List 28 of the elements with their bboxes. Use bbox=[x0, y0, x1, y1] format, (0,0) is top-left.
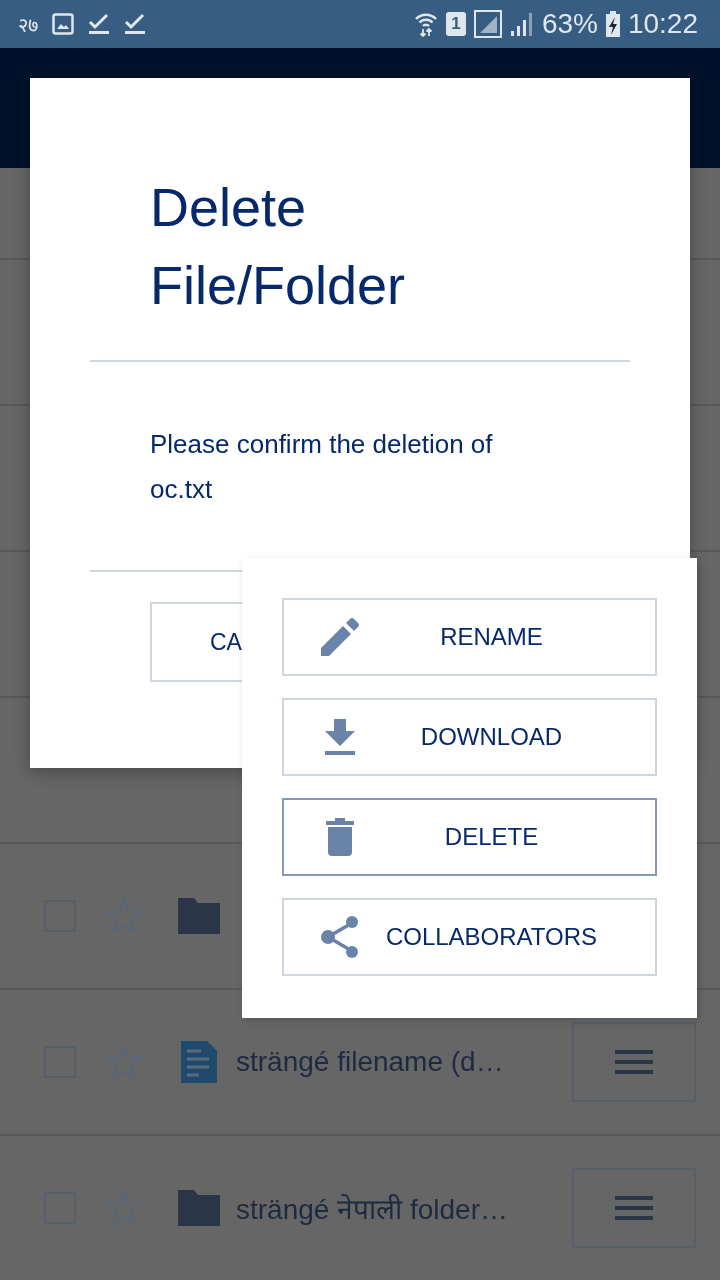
menu-icon bbox=[615, 1196, 653, 1220]
signal-icon bbox=[473, 10, 502, 38]
download-icon bbox=[325, 719, 355, 755]
image-icon bbox=[52, 13, 74, 35]
check-icon bbox=[88, 13, 110, 35]
pencil-icon bbox=[321, 618, 359, 656]
trash-icon bbox=[326, 818, 354, 856]
menu-item[interactable]: RENAME bbox=[282, 598, 657, 676]
signal-icon bbox=[509, 11, 534, 37]
folder-icon bbox=[178, 898, 220, 934]
dialog-title: Delete File/Folder bbox=[149, 176, 407, 317]
sim-indicator: 1 bbox=[445, 12, 466, 36]
menu-item[interactable]: DOWNLOAD bbox=[282, 698, 657, 776]
wifi-icon bbox=[413, 11, 438, 37]
menu-icon bbox=[615, 1050, 653, 1074]
check-icon bbox=[124, 13, 146, 35]
menu-button[interactable] bbox=[572, 1168, 696, 1248]
status-date: २७ bbox=[18, 12, 38, 38]
clock: 10:22 bbox=[627, 8, 698, 40]
menu-button[interactable] bbox=[572, 1022, 696, 1102]
document-icon bbox=[178, 1041, 220, 1083]
battery-charging-icon bbox=[605, 11, 620, 37]
battery-percent: 63% bbox=[541, 8, 598, 40]
menu-item[interactable]: DELETE bbox=[282, 798, 657, 876]
share-icon bbox=[321, 916, 359, 958]
menu-item[interactable]: COLLABORATORS bbox=[282, 898, 657, 976]
folder-icon bbox=[178, 1190, 220, 1226]
dialog-message: Please confirm the deletion of oc.txt bbox=[149, 428, 494, 506]
